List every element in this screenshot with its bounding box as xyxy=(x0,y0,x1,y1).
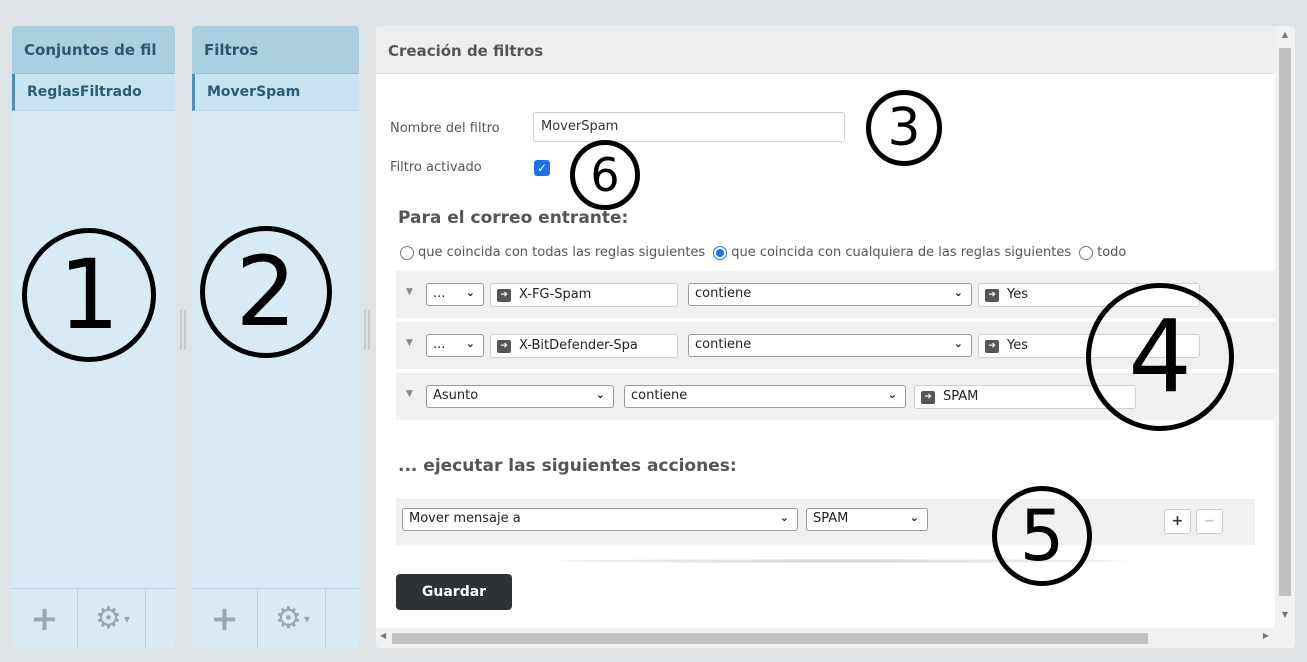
vertical-scrollbar[interactable]: ▲ ▼ xyxy=(1275,26,1295,628)
add-filter-button[interactable]: + xyxy=(192,589,258,648)
annotation-2: 2 xyxy=(200,226,332,358)
action-target-select[interactable]: SPAM ⌄ xyxy=(806,508,928,531)
horizontal-scrollbar[interactable]: ◀ ▶ xyxy=(376,628,1295,648)
chevron-down-icon: ⌄ xyxy=(953,286,963,299)
plus-icon: + xyxy=(30,598,59,639)
panel-splitter[interactable] xyxy=(180,310,186,350)
gear-icon: ⚙ xyxy=(275,601,302,636)
editor-title: Creación de filtros xyxy=(376,26,1295,74)
chevron-down-icon: ⌄ xyxy=(887,388,897,401)
add-action-button[interactable]: + xyxy=(1164,509,1191,534)
filter-name-input[interactable]: MoverSpam xyxy=(533,112,845,142)
drag-handle-icon[interactable]: ▼ xyxy=(406,287,413,297)
filters-footer: + ⚙ ▾ xyxy=(192,588,359,648)
action-row: Mover mensaje a ⌄ SPAM ⌄ + − xyxy=(396,499,1255,545)
filter-set-item[interactable]: ReglasFiltrado xyxy=(12,74,175,111)
scroll-down-icon[interactable]: ▼ xyxy=(1275,610,1295,626)
filter-set-actions-button[interactable]: ⚙ ▾ xyxy=(80,589,146,648)
filter-item[interactable]: MoverSpam xyxy=(192,74,359,111)
match-all-radio[interactable] xyxy=(400,245,414,260)
chevron-down-icon: ⌄ xyxy=(779,511,789,524)
match-mode-options: que coincida con todas las reglas siguie… xyxy=(400,245,1134,260)
drag-handle-icon[interactable]: ▼ xyxy=(406,389,413,399)
filter-sets-footer: + ⚙ ▾ xyxy=(12,588,175,648)
tag-icon: ➜ xyxy=(985,289,999,302)
chevron-down-icon: ⌄ xyxy=(465,286,475,299)
rule-header-input[interactable]: ➜ X-BitDefender-Spa xyxy=(490,334,678,358)
annotation-4: 4 xyxy=(1086,283,1234,431)
match-every-label: todo xyxy=(1097,245,1127,260)
scroll-right-icon[interactable]: ▶ xyxy=(1263,631,1269,640)
match-any-radio[interactable] xyxy=(713,245,728,260)
annotation-1: 1 xyxy=(22,228,156,362)
rule-field-select[interactable]: Asunto ⌄ xyxy=(426,385,614,408)
scrollbar-thumb[interactable] xyxy=(1279,48,1291,596)
filter-active-label: Filtro activado xyxy=(390,160,482,175)
filters-header: Filtros xyxy=(192,26,359,74)
chevron-down-icon: ▾ xyxy=(303,611,310,626)
plus-icon: + xyxy=(210,598,239,639)
remove-action-button[interactable]: − xyxy=(1196,509,1223,534)
chevron-down-icon: ▾ xyxy=(123,611,130,626)
scroll-left-icon[interactable]: ◀ xyxy=(380,631,386,640)
chevron-down-icon: ⌄ xyxy=(465,337,475,350)
rule-field-select[interactable]: ... ⌄ xyxy=(426,283,484,306)
annotation-6: 6 xyxy=(570,140,640,210)
rule-operator-select[interactable]: contiene ⌄ xyxy=(688,334,972,357)
rule-header-input[interactable]: ➜ X-FG-Spam xyxy=(490,283,678,307)
action-type-select[interactable]: Mover mensaje a ⌄ xyxy=(402,508,798,531)
incoming-mail-title: Para el correo entrante: xyxy=(398,208,629,228)
panel-splitter[interactable] xyxy=(364,310,370,350)
match-all-label: que coincida con todas las reglas siguie… xyxy=(418,245,706,260)
match-every-radio[interactable] xyxy=(1079,245,1094,260)
chevron-down-icon: ⌄ xyxy=(595,388,605,401)
rule-operator-select[interactable]: contiene ⌄ xyxy=(688,283,972,306)
annotation-3: 3 xyxy=(866,90,942,166)
filter-name-label: Nombre del filtro xyxy=(390,121,500,136)
filter-sets-header: Conjuntos de fil xyxy=(12,26,175,74)
drag-handle-icon[interactable]: ▼ xyxy=(406,338,413,348)
rule-field-select[interactable]: ... ⌄ xyxy=(426,334,484,357)
match-any-label: que coincida con cualquiera de las regla… xyxy=(731,245,1072,260)
save-button[interactable]: Guardar xyxy=(396,574,512,610)
filter-active-checkbox[interactable]: ✓ xyxy=(534,160,550,176)
annotation-5: 5 xyxy=(992,486,1092,586)
chevron-down-icon: ⌄ xyxy=(909,511,919,524)
tag-icon: ➜ xyxy=(497,289,511,302)
tag-icon: ➜ xyxy=(497,340,511,353)
scroll-up-icon[interactable]: ▲ xyxy=(1275,30,1295,46)
tag-icon: ➜ xyxy=(985,340,999,353)
tag-icon: ➜ xyxy=(921,391,935,404)
scrollbar-thumb[interactable] xyxy=(392,633,1148,644)
chevron-down-icon: ⌄ xyxy=(953,337,963,350)
add-filter-set-button[interactable]: + xyxy=(12,589,78,648)
rule-operator-select[interactable]: contiene ⌄ xyxy=(624,385,906,408)
gear-icon: ⚙ xyxy=(95,601,122,636)
filter-actions-button[interactable]: ⚙ ▾ xyxy=(260,589,326,648)
actions-title: ... ejecutar las siguientes acciones: xyxy=(398,456,737,476)
